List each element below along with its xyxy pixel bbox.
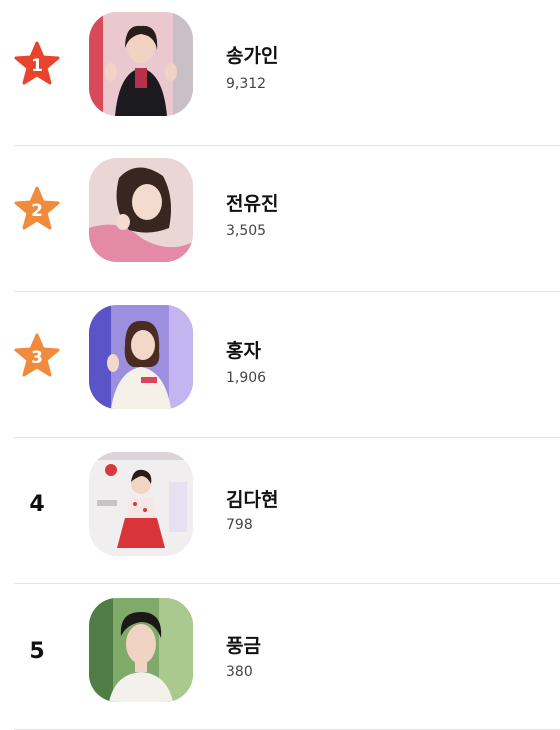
avatar[interactable]: [89, 305, 193, 409]
artist-name[interactable]: 송가인: [226, 41, 278, 68]
ranking-row-5[interactable]: 5 풍금 380: [0, 584, 560, 730]
artist-name[interactable]: 홍자: [226, 336, 261, 363]
ranking-row-3[interactable]: 3 홍자 1,906: [0, 292, 560, 438]
vote-count: 798: [226, 517, 253, 533]
rank-star-icon: 1: [14, 41, 60, 87]
vote-count: 9,312: [226, 76, 267, 92]
rank-number: 1: [31, 56, 43, 76]
avatar[interactable]: [89, 452, 193, 556]
rank-number: 3: [31, 348, 43, 368]
artist-name[interactable]: 풍금: [226, 631, 261, 658]
avatar[interactable]: [89, 158, 193, 262]
rank-star-icon: 3: [14, 333, 60, 379]
ranking-list: 1 송가인 9,312 2 전유진 3,505 3 홍자 1,906 4 김다현…: [0, 0, 560, 730]
rank-number: 4: [29, 492, 45, 517]
ranking-row-1[interactable]: 1 송가인 9,312: [0, 0, 560, 146]
ranking-row-2[interactable]: 2 전유진 3,505: [0, 146, 560, 292]
rank-number: 5: [29, 639, 45, 664]
artist-name[interactable]: 김다현: [226, 485, 278, 512]
vote-count: 380: [226, 664, 253, 680]
avatar[interactable]: [89, 12, 193, 116]
rank-number: 2: [31, 201, 43, 221]
avatar[interactable]: [89, 598, 193, 702]
ranking-row-4[interactable]: 4 김다현 798: [0, 438, 560, 584]
rank-star-icon: 2: [14, 186, 60, 232]
vote-count: 1,906: [226, 370, 267, 386]
vote-count: 3,505: [226, 223, 267, 239]
artist-name[interactable]: 전유진: [226, 189, 278, 216]
